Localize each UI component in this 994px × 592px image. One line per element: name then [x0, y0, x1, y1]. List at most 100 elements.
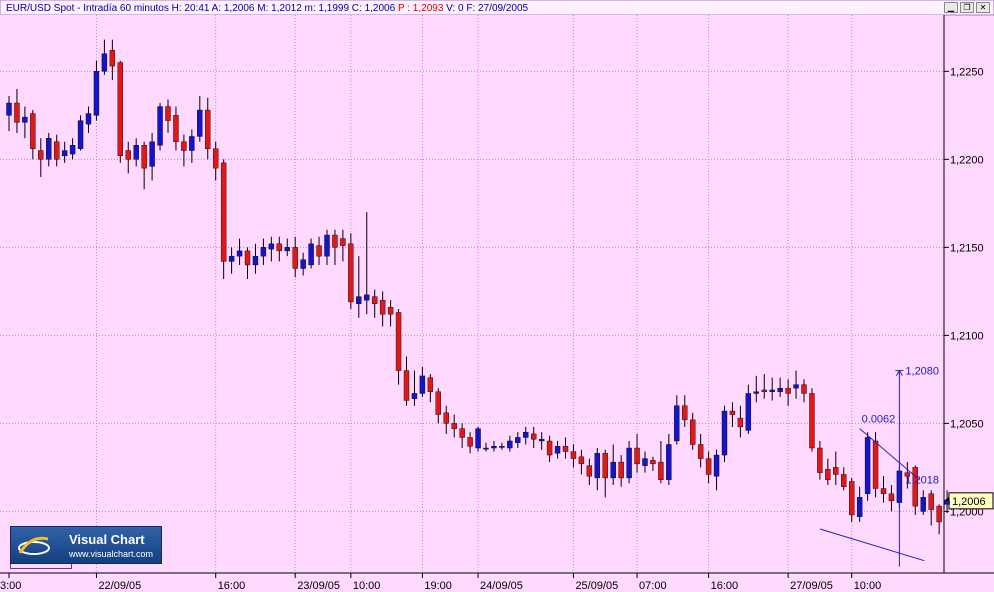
candle-body-down	[220, 162, 227, 262]
y-tick-label: 1,2200	[950, 154, 984, 166]
candle-body-down	[912, 467, 918, 507]
visualchart-logo: Visual Chart www.visualchart.com	[10, 526, 162, 564]
candle-body-up	[133, 145, 139, 160]
candle-body-down	[340, 238, 346, 246]
candle-body-up	[284, 247, 290, 252]
candle-body-up	[491, 446, 497, 449]
candle-body-down	[387, 307, 394, 315]
logo-url: www.visualchart.com	[69, 549, 154, 559]
candle-body-up	[483, 447, 489, 450]
logo-tab	[10, 564, 72, 569]
candle-body-up	[22, 116, 28, 123]
candle-body-down	[451, 423, 457, 429]
candle-body-down	[379, 299, 386, 315]
candle-body-down	[117, 62, 124, 157]
candle-body-up	[69, 145, 76, 155]
candlestick-chart[interactable]: EUR/USD Spot - Intradía 60 minutos H: 20…	[0, 0, 994, 592]
candle-body-up	[554, 446, 561, 454]
candle-body-down	[427, 377, 434, 392]
title-segment: A: 1,2006	[209, 3, 254, 14]
candle-body-up	[93, 71, 100, 116]
candle-body-down	[531, 433, 537, 440]
title-segment: M: 1,2012	[255, 3, 303, 14]
window-controls: ▁ ❐ ✕	[944, 2, 990, 13]
candle-body-down	[372, 296, 378, 304]
candle-body-down	[761, 389, 767, 392]
x-tick-label: 16:00	[218, 580, 246, 592]
x-tick-label: 10:00	[353, 580, 381, 592]
candle-body-down	[173, 115, 179, 142]
candle-body-down	[880, 488, 887, 494]
restore-button[interactable]: ❐	[960, 2, 974, 13]
candle-body-up	[793, 384, 799, 389]
x-tick-label: 16:00	[711, 580, 739, 592]
candle-body-up	[713, 454, 720, 477]
candle-body-up	[864, 437, 871, 494]
candle-body-up	[753, 391, 759, 394]
candle-body-down	[825, 468, 831, 480]
candle-body-down	[276, 243, 282, 252]
candle	[809, 388, 815, 452]
candle-body-down	[570, 451, 577, 459]
candle-body-down	[244, 250, 251, 266]
candle	[220, 159, 227, 280]
candle-body-down	[38, 150, 44, 160]
candle-body-down	[888, 493, 895, 502]
candle	[864, 432, 871, 501]
candle-body-up	[538, 439, 545, 442]
candle-body-up	[745, 393, 752, 431]
candle-body-down	[459, 428, 465, 438]
candle-body-down	[395, 312, 402, 371]
candle-body-up	[300, 259, 306, 269]
candle-body-up	[777, 387, 783, 392]
candle-body-down	[403, 370, 410, 401]
candle-body-up	[944, 500, 950, 505]
plot-area[interactable]	[0, 15, 944, 573]
candle-body-up	[523, 431, 529, 438]
x-tick-label: 10:00	[854, 580, 882, 592]
candle-body-up	[228, 255, 235, 262]
candle-body-up	[475, 428, 481, 449]
candle-body-up	[856, 497, 863, 517]
x-tick-label: 07:00	[639, 580, 667, 592]
channel-width-label: 0.0062	[862, 414, 896, 426]
candle-body-up	[85, 113, 92, 125]
candle-body-down	[546, 440, 553, 456]
title-segment: C: 1,2006	[349, 3, 396, 14]
candle-body-down	[109, 50, 116, 67]
candle-body-down	[841, 474, 847, 487]
candle-body-down	[205, 109, 211, 149]
candle-body-up	[594, 453, 600, 479]
close-button[interactable]: ✕	[976, 2, 990, 13]
candle-body-down	[809, 393, 815, 449]
candle-body-up	[419, 375, 426, 394]
x-axis: 3:00 22/09/05 16:00 23/09/05 10:00 19:00 24/09…	[0, 573, 881, 592]
x-tick-label: 3:00	[0, 580, 21, 592]
chart-window: EUR/USD Spot - Intradía 60 minutos H: 20…	[0, 0, 994, 592]
candle-body-up	[197, 109, 203, 137]
x-tick-label: 19:00	[424, 580, 452, 592]
title-segment: EUR/USD Spot - Intradía 60 minutos	[6, 3, 169, 14]
candle-body-down	[348, 243, 354, 303]
y-tick-label: 1,2050	[950, 418, 984, 430]
candle-body-down	[785, 387, 791, 394]
candle	[721, 405, 728, 463]
candle-body-down	[316, 245, 322, 257]
candle-body-up	[920, 497, 926, 512]
target-label: 1,2080	[905, 366, 939, 378]
candle-body-up	[642, 458, 648, 466]
candle-body-down	[737, 417, 744, 428]
y-tick-label: 1,2250	[950, 66, 984, 78]
logo-brand: Visual Chart	[69, 532, 145, 547]
chart-title: EUR/USD Spot - Intradía 60 minutos H: 20…	[6, 3, 529, 14]
candle-body-up	[356, 296, 362, 304]
candle-body-up	[674, 405, 680, 442]
candle-body-down	[817, 447, 823, 473]
candle-body-down	[729, 410, 736, 415]
candle-body-up	[149, 141, 155, 167]
candle-body-down	[618, 461, 624, 479]
candle-body-down	[690, 419, 696, 445]
candle-body-down	[467, 437, 473, 447]
minimize-button[interactable]: ▁	[944, 2, 958, 13]
title-segment: V: 0	[443, 3, 464, 14]
